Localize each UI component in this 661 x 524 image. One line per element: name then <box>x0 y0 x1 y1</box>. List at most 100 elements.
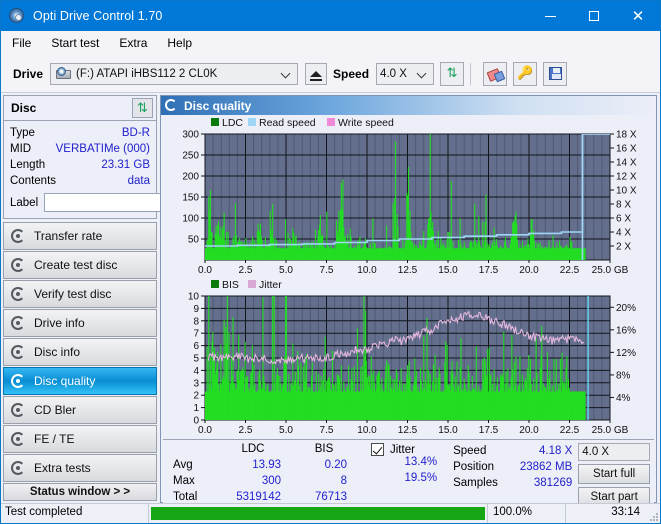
sidebar-item-label: Drive info <box>34 316 85 330</box>
svg-text:12.5: 12.5 <box>398 425 418 436</box>
sidebar-item-verify-test-disc[interactable]: Verify test disc <box>3 280 157 308</box>
svg-text:Write speed: Write speed <box>338 117 394 129</box>
refresh-button[interactable]: ⇅ <box>440 61 465 86</box>
svg-text:BIS: BIS <box>222 279 239 291</box>
disc-quality-header: Disc quality <box>161 96 656 115</box>
progress-bar <box>151 507 485 520</box>
stats-row-avg-ldc: 13.93 <box>252 459 281 471</box>
speed-row: Speed 4.18 X <box>453 443 578 459</box>
drive-select[interactable]: (F:) ATAPI iHBS112 2 CL0K <box>50 62 299 85</box>
svg-text:25.0 GB: 25.0 GB <box>592 425 629 436</box>
status-window-button[interactable]: Status window > > <box>3 483 157 501</box>
jitter-max-value: 19.5% <box>404 472 438 484</box>
svg-text:5.0: 5.0 <box>279 425 293 436</box>
jitter-checkbox-row[interactable]: Jitter <box>371 443 451 456</box>
disc-test-icon <box>10 257 27 274</box>
key-icon: 🔑 <box>516 66 534 81</box>
svg-text:22.5: 22.5 <box>560 425 580 436</box>
key-button[interactable]: 🔑 <box>513 61 538 86</box>
menu-start-test[interactable]: Start test <box>42 33 108 53</box>
disc-test-icon <box>10 402 27 419</box>
svg-text:100: 100 <box>182 214 199 225</box>
resize-grip-icon[interactable] <box>646 504 660 523</box>
disc-row-length-key: Length <box>10 159 46 171</box>
disc-test-icon <box>10 373 27 390</box>
disc-test-icon <box>10 286 27 303</box>
disc-test-icon <box>10 431 27 448</box>
disc-quality-icon <box>165 99 178 112</box>
sidebar-item-label: Disc info <box>34 345 81 359</box>
sidebar-item-label: Transfer rate <box>34 229 103 243</box>
sidebar-item-disc-info[interactable]: Disc info <box>3 338 157 366</box>
svg-text:10: 10 <box>188 292 200 303</box>
maximize-button[interactable] <box>572 1 616 31</box>
disc-test-icon <box>10 228 27 245</box>
eraser-icon <box>488 68 503 79</box>
chart-ldc-svg: LDC Read speed Write speed 300 250 200 150 100 5… <box>182 117 637 276</box>
actions-column: 4.0 X Start full Start part <box>578 443 652 508</box>
menu-file[interactable]: File <box>3 33 40 53</box>
sidebar-item-create-test-disc[interactable]: Create test disc <box>3 251 157 279</box>
app-disc-icon <box>9 8 25 24</box>
drive-icon <box>56 67 72 80</box>
sidebar: Disc ⇅ Type BD-R MID VERBATIMe (000) Len… <box>1 93 249 503</box>
disc-row-contents-value: data <box>127 175 150 187</box>
svg-text:Read speed: Read speed <box>259 117 316 129</box>
position-row: Position 23862 MB <box>453 459 578 475</box>
disc-label-key: Label <box>10 196 39 209</box>
elapsed-time: 33:14 <box>611 506 640 518</box>
svg-text:14 X: 14 X <box>616 158 637 169</box>
eject-button[interactable] <box>305 62 328 85</box>
status-bar: Test completed 100.0% 33:14 <box>1 503 660 523</box>
close-icon: ✕ <box>631 6 645 25</box>
stats-row-avg-key: Avg <box>173 459 193 471</box>
svg-text:2: 2 <box>193 391 199 402</box>
jitter-label: Jitter <box>390 443 415 456</box>
svg-text:12.5: 12.5 <box>398 265 418 276</box>
svg-text:10.0: 10.0 <box>357 265 377 276</box>
sidebar-item-disc-quality[interactable]: Disc quality <box>3 367 157 395</box>
sidebar-item-drive-info[interactable]: Drive info <box>3 309 157 337</box>
svg-text:7.5: 7.5 <box>320 265 334 276</box>
chevron-down-icon <box>282 69 291 78</box>
app-window: Opti Drive Control 1.70 ✕ File Start tes… <box>0 0 661 524</box>
svg-text:15.0: 15.0 <box>438 425 458 436</box>
minimize-button[interactable] <box>528 1 572 31</box>
charts-area: LDC Read speed Write speed 300 250 200 150 100 5… <box>161 115 656 438</box>
svg-text:10 X: 10 X <box>616 186 637 197</box>
svg-text:2 X: 2 X <box>616 242 631 253</box>
disc-info-panel: Disc ⇅ Type BD-R MID VERBATIMe (000) Len… <box>3 95 249 219</box>
sidebar-item-transfer-rate[interactable]: Transfer rate <box>3 222 157 250</box>
jitter-checkbox[interactable] <box>371 443 384 456</box>
svg-text:10.0: 10.0 <box>357 425 377 436</box>
close-button[interactable]: ✕ <box>616 1 660 31</box>
disc-info-rows: Type BD-R MID VERBATIMe (000) Length 23.… <box>4 121 249 218</box>
stats-table: LDC BIS Avg 13.93 0.20 Max 300 8 Total 5… <box>173 443 357 507</box>
erase-button[interactable] <box>483 61 508 86</box>
disc-row-type-key: Type <box>10 127 35 139</box>
test-speed-select[interactable]: 4.0 X <box>578 443 650 462</box>
svg-text:25.0 GB: 25.0 GB <box>592 265 629 276</box>
eject-icon <box>310 70 323 81</box>
chart-ldc-readspeed: LDC Read speed Write speed 300 250 200 150 100 5… <box>161 116 656 278</box>
svg-text:LDC: LDC <box>222 117 243 129</box>
svg-text:6 X: 6 X <box>616 214 631 225</box>
save-button[interactable] <box>543 61 568 86</box>
status-message: Test completed <box>5 506 83 518</box>
minimize-icon <box>544 15 556 17</box>
sidebar-item-label: Verify test disc <box>34 287 112 301</box>
sidebar-item-cd-bler[interactable]: CD Bler <box>3 396 157 424</box>
menu-help[interactable]: Help <box>158 33 201 53</box>
speed-select[interactable]: 4.0 X <box>376 62 435 85</box>
svg-text:Jitter: Jitter <box>259 279 282 291</box>
sidebar-item-fe-te[interactable]: FE / TE <box>3 425 157 453</box>
speed-row-key: Speed <box>453 445 487 457</box>
drive-label: Drive <box>13 66 44 81</box>
sidebar-item-extra-tests[interactable]: Extra tests <box>3 454 157 482</box>
samples-row-value: 381269 <box>533 477 573 489</box>
disc-refresh-button[interactable]: ⇅ <box>132 98 153 118</box>
svg-text:7.5: 7.5 <box>320 425 334 436</box>
menu-extra[interactable]: Extra <box>110 33 156 53</box>
start-full-button[interactable]: Start full <box>578 464 650 485</box>
sidebar-item-label: Disc quality <box>34 374 96 388</box>
